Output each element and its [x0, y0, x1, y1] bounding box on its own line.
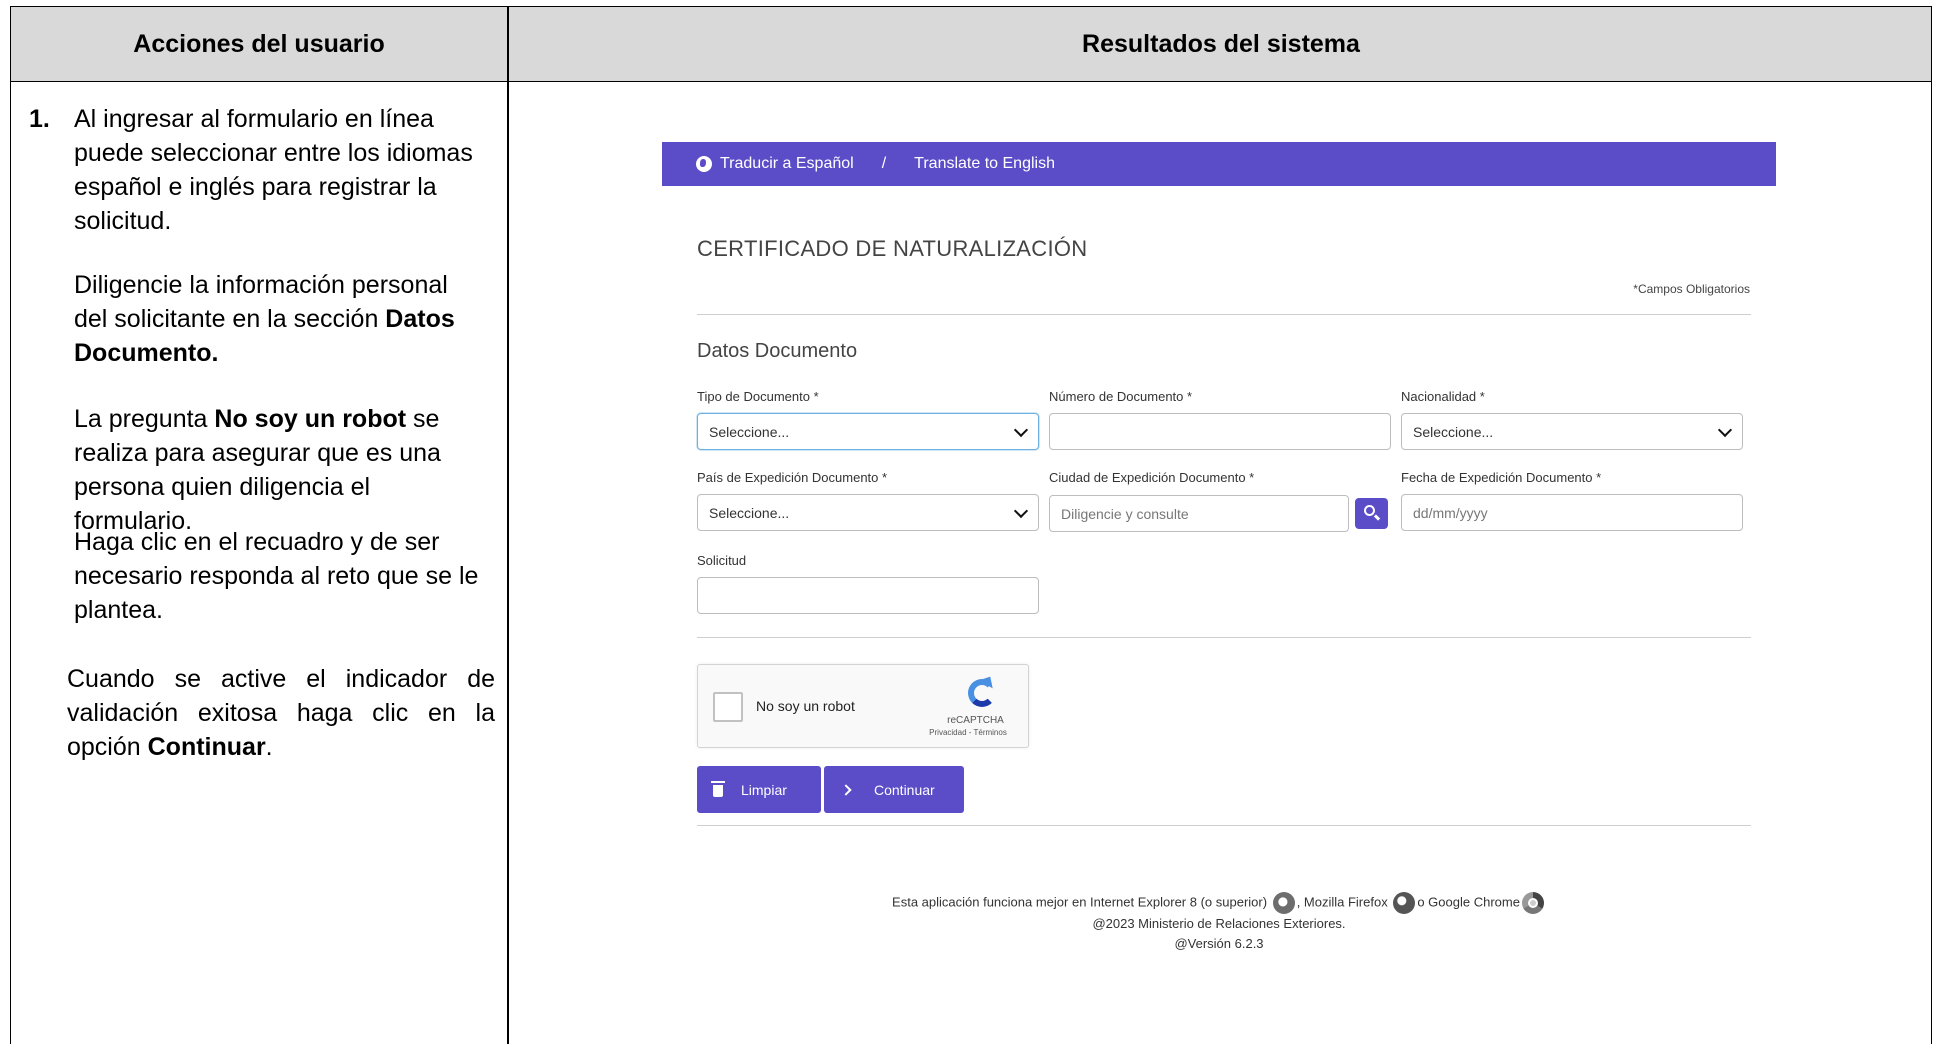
clear-button[interactable]: Limpiar [697, 766, 821, 813]
chrome-icon [1521, 892, 1544, 914]
tipo-documento-label: Tipo de Documento * [697, 389, 819, 404]
header-system-results: Resultados del sistema [1082, 30, 1360, 58]
nacionalidad-select[interactable]: Seleccione... [1401, 413, 1743, 450]
recaptcha-terms-link[interactable]: Privacidad - Términos [913, 728, 1023, 737]
solicitud-input[interactable] [697, 577, 1039, 614]
column-divider [507, 7, 509, 1044]
instruction-text: La pregunta [74, 405, 215, 433]
browser-note-text: o Google Chrome [1417, 894, 1520, 910]
numero-documento-label: Número de Documento * [1049, 389, 1193, 404]
section-title: Datos Documento [697, 340, 858, 362]
instruction-personal-data: Diligencie la información personal del s… [74, 268, 484, 370]
version: @Versión 6.2.3 [1174, 936, 1264, 951]
divider [697, 637, 1751, 638]
internet-explorer-icon [1272, 892, 1295, 914]
browser-note-text: Esta aplicación funciona mejor en Intern… [892, 894, 1268, 910]
firefox-icon [1393, 892, 1416, 914]
numero-documento-input[interactable] [1049, 413, 1391, 450]
instruction-bold: Continuar [147, 733, 266, 761]
header-user-actions: Acciones del usuario [133, 30, 385, 58]
tipo-documento-select[interactable]: Seleccione... [697, 413, 1039, 450]
pais-expedicion-label: País de Expedición Documento * [697, 470, 888, 485]
instruction-text: . [265, 733, 273, 761]
footer: Esta aplicación funciona mejor en Intern… [662, 892, 1776, 954]
instruction-robot: La pregunta No soy un robot se realiza p… [74, 402, 484, 538]
clear-button-label: Limpiar [741, 781, 787, 798]
instruction-text: Cuando se active el indicador de validac… [67, 665, 495, 761]
chevron-down-icon [1013, 422, 1029, 438]
ciudad-expedicion-label: Ciudad de Expedición Documento * [1049, 470, 1255, 485]
page-title: CERTIFICADO DE NATURALIZACIÓN [697, 236, 1088, 261]
select-value: Seleccione... [709, 423, 790, 440]
continue-button-label: Continuar [874, 781, 935, 798]
search-button[interactable] [1355, 498, 1388, 529]
instruction-click-box: Haga clic en el recuadro y de ser necesa… [74, 528, 479, 624]
trash-icon [711, 780, 725, 797]
continue-button[interactable]: Continuar [824, 766, 964, 813]
divider [697, 314, 1751, 315]
nacionalidad-label: Nacionalidad * [1401, 389, 1485, 404]
step-number: 1. [29, 105, 50, 133]
instruction-language: Al ingresar al formulario en línea puede… [74, 105, 473, 235]
browser-note-text: , Mozilla Firefox [1296, 894, 1388, 910]
search-icon [1364, 505, 1375, 516]
recaptcha-brand: reCAPTCHA [947, 715, 1004, 726]
solicitud-label: Solicitud [697, 553, 747, 568]
divider [697, 825, 1751, 826]
ciudad-expedicion-input[interactable]: Diligencie y consulte [1049, 495, 1349, 532]
recaptcha-widget: No soy un robot reCAPTCHA Privacidad - T… [697, 664, 1029, 748]
pais-expedicion-select[interactable]: Seleccione... [697, 494, 1039, 531]
translate-english-link[interactable]: Translate to English [914, 155, 1055, 173]
recaptcha-logo-icon [966, 672, 1000, 707]
recaptcha-label: No soy un robot [756, 698, 855, 714]
fecha-expedicion-label: Fecha de Expedición Documento * [1401, 470, 1602, 485]
select-value: Seleccione... [709, 504, 790, 521]
recaptcha-checkbox[interactable] [713, 692, 743, 722]
instruction-continue: Cuando se active el indicador de validac… [67, 662, 495, 764]
chevron-down-icon [1717, 422, 1733, 438]
browser-note: Esta aplicación funciona mejor en Intern… [662, 892, 1776, 914]
input-placeholder: Diligencie y consulte [1061, 505, 1189, 522]
fecha-expedicion-input[interactable]: dd/mm/yyyy [1401, 494, 1743, 531]
copyright: @2023 Ministerio de Relaciones Exteriore… [1092, 916, 1346, 931]
chevron-right-icon [840, 783, 852, 796]
globe-icon [696, 156, 712, 172]
required-fields-note: *Campos Obligatorios [1633, 282, 1750, 296]
input-placeholder: dd/mm/yyyy [1413, 504, 1488, 521]
language-separator: / [881, 155, 887, 172]
instruction-bold: No soy un robot [214, 405, 407, 433]
chevron-down-icon [1013, 503, 1029, 519]
translate-spanish-link[interactable]: Traducir a Español [720, 155, 854, 173]
select-value: Seleccione... [1413, 423, 1494, 440]
search-icon-handle [1373, 514, 1381, 521]
language-bar: Traducir a Español / Translate to Englis… [662, 142, 1776, 186]
